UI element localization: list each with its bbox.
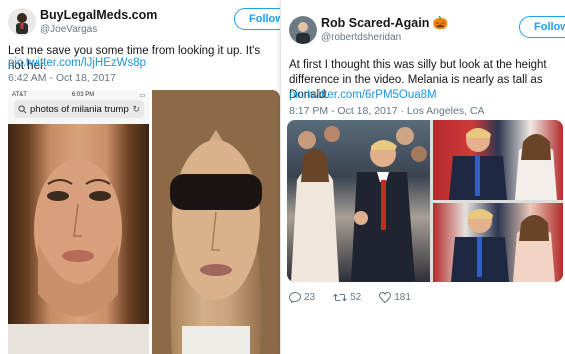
reply-count: 23 bbox=[304, 292, 316, 303]
like-count: 181 bbox=[394, 292, 411, 303]
user-handle[interactable]: @robertdsheridan bbox=[321, 32, 401, 43]
user-name[interactable]: Rob Scared-Again 🎃 bbox=[321, 16, 448, 31]
pumpkin-emoji: 🎃 bbox=[432, 16, 449, 30]
tweet-card-left: BuyLegalMeds.com @JoeVargas Follow Let m… bbox=[0, 0, 285, 354]
like-button[interactable]: 181 bbox=[379, 292, 411, 303]
retweet-button[interactable]: 52 bbox=[333, 292, 361, 303]
refresh-icon: ↻ bbox=[132, 103, 140, 114]
user-name-text: Rob Scared-Again bbox=[321, 16, 430, 30]
avatar[interactable] bbox=[289, 16, 317, 44]
follow-button[interactable]: Follow bbox=[519, 16, 565, 38]
tweet-timestamp[interactable]: 8:17 PM - Oct 18, 2017 · Los Angeles, CA bbox=[289, 105, 485, 117]
user-handle[interactable]: @JoeVargas bbox=[40, 24, 97, 35]
tweet-card-right: Rob Scared-Again 🎃 @robertdsheridan Foll… bbox=[280, 0, 565, 354]
reply-icon bbox=[289, 292, 301, 303]
follow-label: Follow bbox=[249, 13, 284, 25]
search-bar: photos of milania trump ↻ bbox=[14, 100, 144, 118]
photo-woman-sunglasses bbox=[152, 90, 280, 354]
carrier-label: AT&T bbox=[12, 92, 27, 98]
reply-button[interactable]: 23 bbox=[289, 292, 315, 303]
phone-screenshot: AT&T 6:03 PM ▭ photos of milania trump ↻ bbox=[8, 90, 149, 354]
heart-icon bbox=[379, 292, 392, 303]
tweet-media-link[interactable]: pic.twitter.com/6rPM5Oua8M bbox=[289, 88, 437, 103]
user-name[interactable]: BuyLegalMeds.com bbox=[40, 8, 157, 22]
clock-label: 6:03 PM bbox=[71, 92, 95, 98]
photo-couple-stage-bottom bbox=[433, 203, 563, 282]
photo-couple-stage-top bbox=[433, 120, 563, 200]
retweet-icon bbox=[333, 293, 348, 302]
photo-couple-crowd bbox=[287, 120, 430, 282]
tweet-actions: 23 52 181 bbox=[289, 292, 429, 303]
retweet-count: 52 bbox=[350, 292, 362, 303]
avatar[interactable] bbox=[8, 8, 36, 36]
search-query: photos of milania trump bbox=[30, 103, 129, 115]
tweet-media[interactable]: AT&T 6:03 PM ▭ photos of milania trump ↻ bbox=[8, 90, 280, 354]
tweet-media-link[interactable]: pic.twitter.com/lJjHEzWs8p bbox=[8, 56, 146, 71]
follow-label: Follow bbox=[534, 21, 565, 33]
search-icon bbox=[18, 104, 27, 113]
tweet-media[interactable] bbox=[287, 120, 563, 282]
follow-button[interactable]: Follow bbox=[234, 8, 284, 30]
phone-status-bar: AT&T 6:03 PM ▭ bbox=[8, 90, 149, 100]
photo-woman-portrait bbox=[8, 124, 149, 354]
battery-icon: ▭ bbox=[139, 93, 145, 99]
tweet-timestamp[interactable]: 6:42 AM - Oct 18, 2017 bbox=[8, 72, 116, 84]
